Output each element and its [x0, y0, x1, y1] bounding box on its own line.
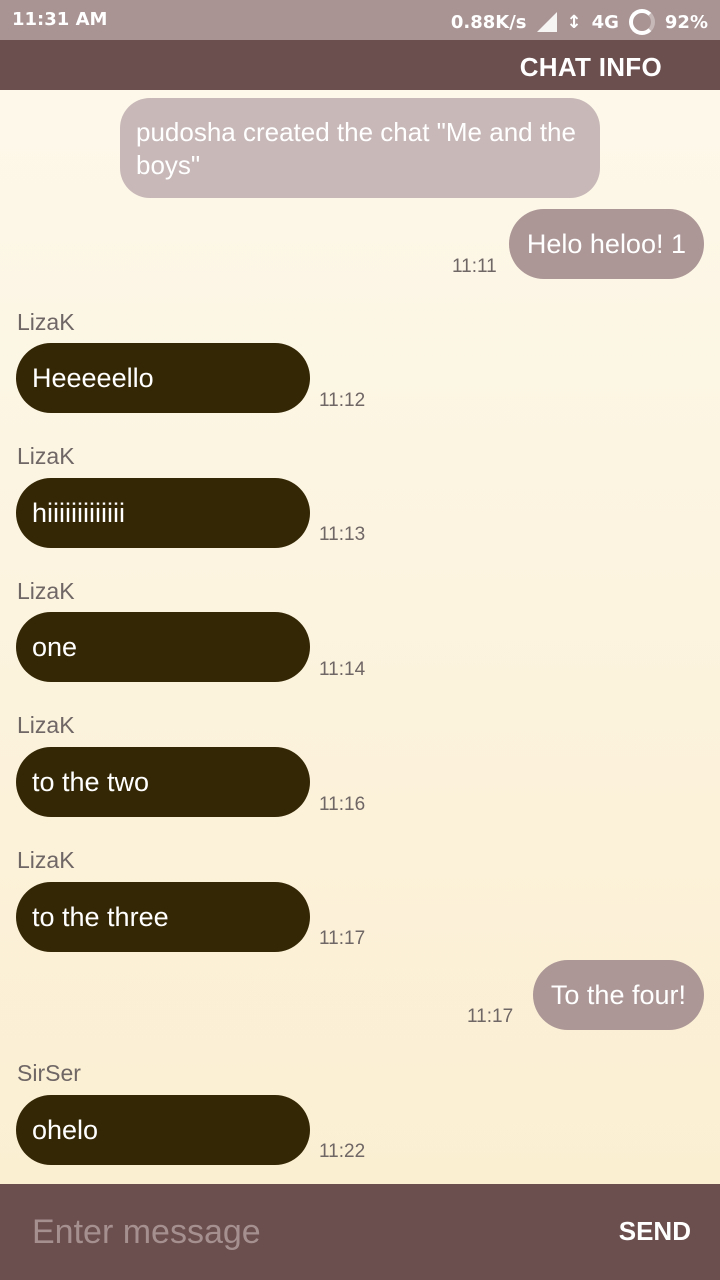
network-speed: 0.88K/s — [450, 11, 527, 33]
incoming-message-bubble[interactable]: one — [16, 612, 310, 682]
outgoing-message-bubble[interactable]: To the four! — [532, 960, 704, 1030]
sender-name: LizaK — [17, 578, 75, 604]
network-type: 4G — [591, 11, 619, 33]
status-bar: 11:31 AM 0.88K/s ↕ 4G 92% — [0, 0, 720, 40]
incoming-message-bubble[interactable]: ohelo — [16, 1095, 310, 1165]
incoming-message-bubble[interactable]: Heeeeello — [16, 343, 310, 413]
message-time: 11:12 — [319, 390, 366, 411]
app-bar: CHAT INFO — [0, 40, 720, 90]
message-list[interactable]: pudosha created the chat "Me and the boy… — [0, 90, 720, 1184]
incoming-message-bubble[interactable]: hiiiiiiiiiiiii — [16, 478, 310, 548]
message-time: 11:22 — [319, 1141, 366, 1162]
status-indicators: 0.88K/s ↕ 4G 92% — [451, 9, 708, 35]
message-time: 11:16 — [319, 794, 366, 815]
sender-name: LizaK — [17, 847, 75, 873]
chat-info-button[interactable]: CHAT INFO — [520, 52, 662, 83]
status-time: 11:31 AM — [12, 9, 108, 30]
sender-name: LizaK — [17, 443, 75, 469]
message-input[interactable] — [22, 1202, 582, 1262]
outgoing-message-bubble[interactable]: Helo heloo! 1 — [508, 209, 704, 279]
sender-name: LizaK — [17, 309, 75, 335]
incoming-message-bubble[interactable]: to the three — [16, 882, 310, 952]
data-arrows-icon: ↕ — [566, 11, 582, 33]
message-time: 11:17 — [319, 928, 366, 949]
system-message: pudosha created the chat "Me and the boy… — [120, 98, 600, 198]
battery-level: 92% — [664, 11, 708, 33]
message-time: 11:17 — [467, 1006, 514, 1027]
sender-name: SirSer — [17, 1060, 81, 1086]
incoming-message-bubble[interactable]: to the two — [16, 747, 310, 817]
message-time: 11:14 — [319, 659, 366, 680]
battery-icon — [628, 9, 655, 35]
sender-name: LizaK — [17, 712, 75, 738]
signal-icon — [536, 12, 557, 32]
send-button[interactable]: SEND — [619, 1216, 691, 1247]
message-time: 11:11 — [452, 256, 497, 277]
composer-bar: SEND — [0, 1184, 720, 1280]
message-time: 11:13 — [319, 524, 366, 545]
